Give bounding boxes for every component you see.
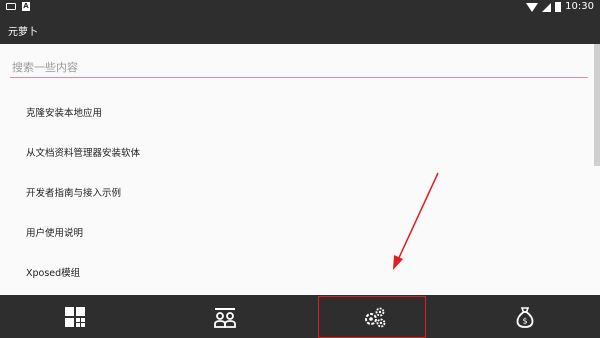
tab-contacts[interactable] xyxy=(150,295,300,338)
app-bar: 元萝卜 xyxy=(0,14,600,44)
scrollbar[interactable] xyxy=(594,44,600,166)
app-title: 元萝卜 xyxy=(8,27,38,38)
people-icon xyxy=(214,307,236,328)
list-item-label: 开发者指南与接入示例 xyxy=(26,188,122,199)
tab-apps[interactable] xyxy=(0,295,150,338)
tab-settings[interactable] xyxy=(300,295,450,338)
status-time: 10:30 xyxy=(565,1,594,12)
money-bag-icon: $ xyxy=(516,306,534,328)
list-item-xposed[interactable]: Xposed模组 xyxy=(14,252,584,292)
list-item-label: 用户使用说明 xyxy=(26,228,84,239)
tab-rewards[interactable]: $ xyxy=(450,295,600,338)
list-item-label: 克隆安装本地应用 xyxy=(26,108,103,119)
settings-icon xyxy=(365,307,386,327)
list-item-label: Xposed模组 xyxy=(26,268,81,279)
battery-icon xyxy=(555,2,562,12)
action-list: 克隆安装本地应用 从文档资料管理器安装软体 开发者指南与接入示例 用户使用说明 … xyxy=(14,92,584,292)
keyboard-icon xyxy=(6,3,16,10)
list-item-label: 从文档资料管理器安装软体 xyxy=(26,148,141,159)
search-input[interactable] xyxy=(10,58,588,78)
a-notification-icon: A xyxy=(22,2,30,11)
list-item-clone-install[interactable]: 克隆安装本地应用 xyxy=(14,92,584,132)
list-item-install-from-files[interactable]: 从文档资料管理器安装软体 xyxy=(14,132,584,172)
list-item-user-manual[interactable]: 用户使用说明 xyxy=(14,212,584,252)
wifi-icon xyxy=(526,2,539,12)
svg-text:$: $ xyxy=(522,316,527,325)
apps-grid-icon xyxy=(65,306,85,327)
bottom-nav: $ xyxy=(0,295,600,338)
signal-icon xyxy=(542,2,552,12)
list-item-developer-guide[interactable]: 开发者指南与接入示例 xyxy=(14,172,584,212)
status-bar: A 10:30 xyxy=(0,0,600,14)
